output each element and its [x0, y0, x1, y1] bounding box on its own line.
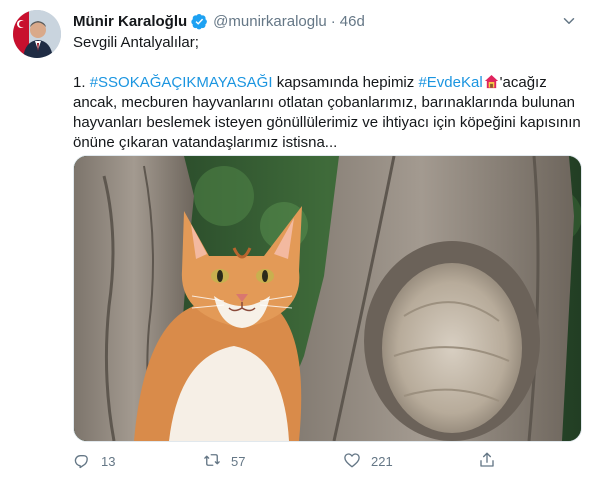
retweet-button[interactable]: 57	[203, 450, 245, 472]
tweet-actions: 13 57 221	[73, 450, 580, 472]
avatar-image	[13, 10, 61, 58]
tweet-photo[interactable]	[73, 155, 582, 442]
reply-button[interactable]: 13	[73, 450, 115, 472]
tweet-text-segment: kapsamında hepimiz	[272, 74, 419, 91]
tweet-text: Sevgili Antalyalılar; 1. #SSOKAĞAÇIKMAYA…	[73, 33, 583, 153]
tweet[interactable]: Münir Karaloğlu @munirkaraloglu · 46d Se…	[0, 0, 592, 482]
chevron-down-icon[interactable]	[560, 12, 578, 30]
tweet-header: Münir Karaloğlu @munirkaraloglu · 46d	[73, 10, 578, 32]
avatar[interactable]	[13, 10, 61, 58]
tweet-text-segment: mecburen hayvanlarını otlatan çobanlarım…	[73, 94, 581, 151]
author-name[interactable]: Münir Karaloğlu	[73, 13, 187, 30]
like-count: 221	[371, 453, 393, 469]
hashtag-link[interactable]: #EvdeKal	[418, 74, 482, 91]
share-button[interactable]	[478, 450, 496, 472]
separator-dot: ·	[330, 12, 336, 30]
hashtag-link[interactable]: #SSOKAĞAÇIKMAYASAĞI	[90, 74, 273, 91]
author-handle[interactable]: @munirkaraloglu	[213, 13, 327, 30]
house-emoji-icon	[484, 74, 499, 89]
retweet-icon	[203, 451, 221, 472]
cat-photo-image	[74, 156, 581, 441]
list-number: 1.	[73, 74, 90, 91]
tweet-body: 1. #SSOKAĞAÇIKMAYASAĞI kapsamında hepimi…	[73, 73, 583, 153]
verified-badge-icon	[191, 13, 208, 30]
like-button[interactable]: 221	[343, 450, 393, 472]
reply-count: 13	[101, 453, 116, 469]
share-icon	[478, 451, 496, 472]
reply-icon	[73, 451, 91, 472]
tweet-timestamp[interactable]: 46d	[340, 13, 365, 30]
retweet-count: 57	[231, 453, 246, 469]
heart-icon	[343, 451, 361, 472]
tweet-greeting: Sevgili Antalyalılar;	[73, 34, 199, 51]
